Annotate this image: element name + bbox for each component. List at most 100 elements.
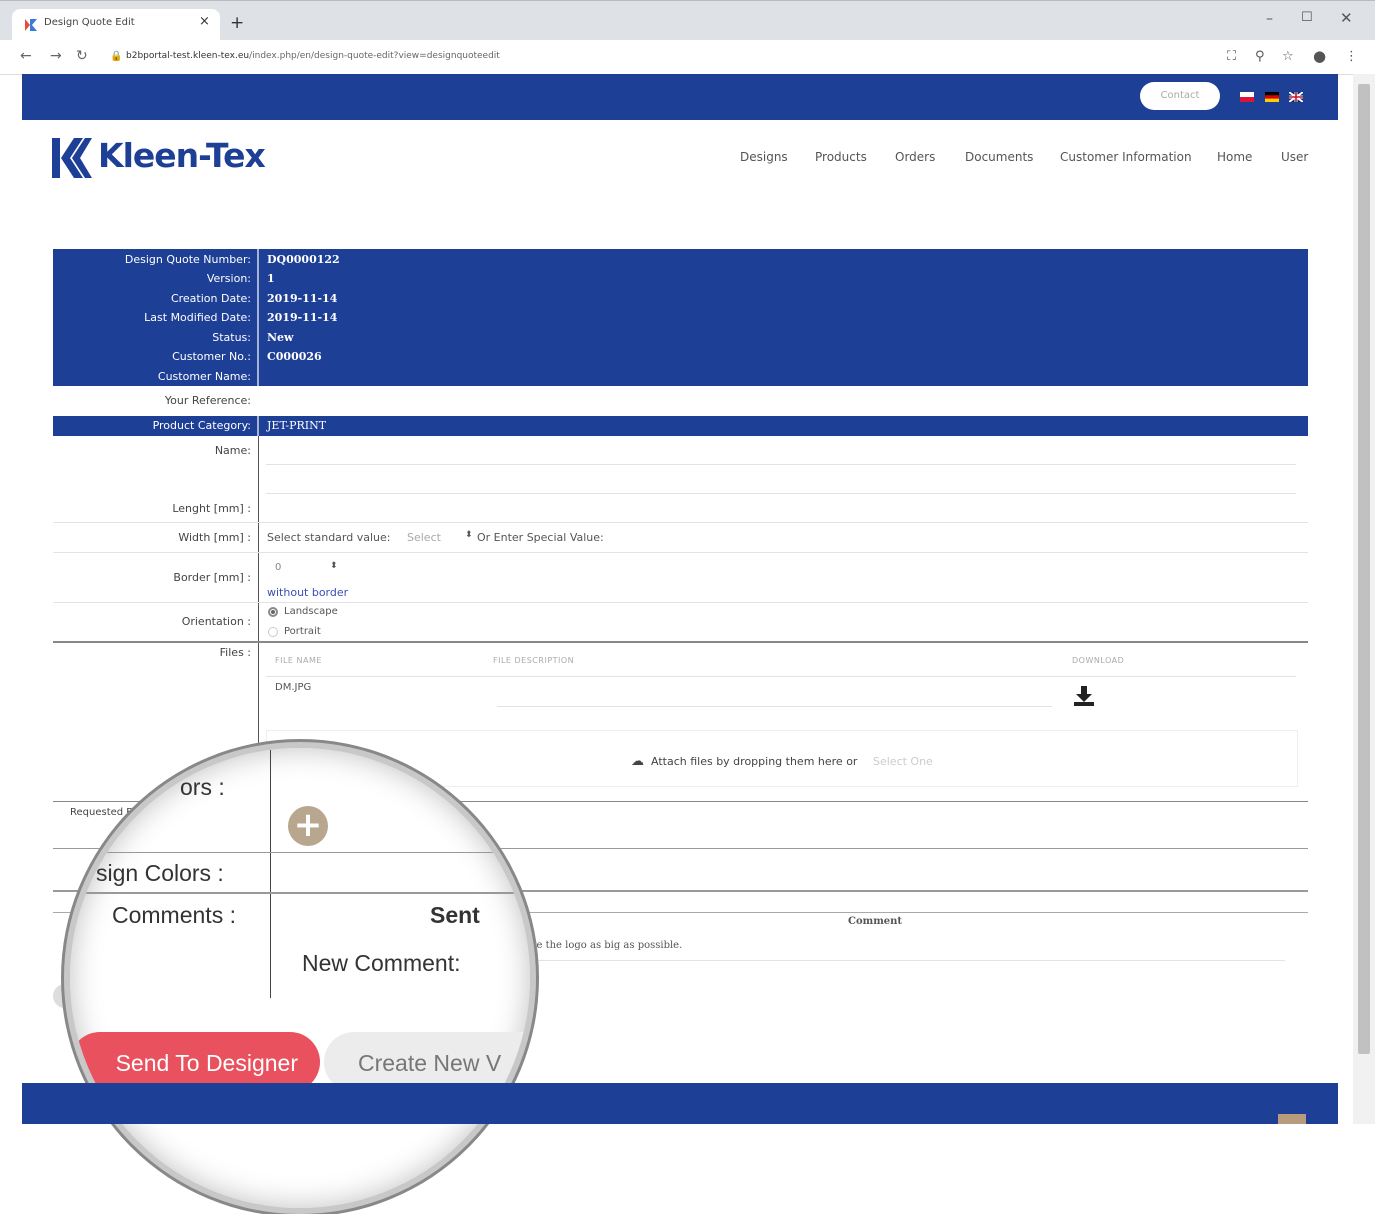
mag-row-divider <box>70 892 530 894</box>
width-special-input[interactable] <box>614 527 914 547</box>
length-input[interactable] <box>266 498 1296 520</box>
download-header: DOWNLOAD <box>1072 656 1125 665</box>
magnifier-lens: ors : + sign Colors : Comments : Sent Ne… <box>64 742 536 1214</box>
logo-text[interactable]: Kleen-Tex <box>98 136 266 175</box>
tab-close-icon[interactable]: × <box>199 14 210 29</box>
kleentex-logo-icon[interactable] <box>52 136 92 180</box>
kleentex-favicon-icon <box>25 19 37 31</box>
select-arrows-icon: ⬍ <box>330 561 338 571</box>
product-category-value: JET-PRINT <box>267 419 327 432</box>
window-close-icon[interactable]: ✕ <box>1340 9 1353 27</box>
row-divider <box>266 464 1296 465</box>
new-tab-button[interactable]: + <box>230 13 244 33</box>
menu-icon[interactable]: ⋮ <box>1345 49 1358 64</box>
nav-designs[interactable]: Designs <box>740 150 788 164</box>
attach-text: Attach files by dropping them here or <box>651 755 858 768</box>
flag-uk-icon[interactable] <box>1289 92 1303 102</box>
file-name-value: DM.JPG <box>275 682 312 693</box>
nav-user[interactable]: User <box>1281 150 1308 164</box>
last-modified-label: Last Modified Date: <box>144 311 251 324</box>
last-modified-value: 2019-11-14 <box>267 311 338 324</box>
address-bar: ← → ↻ 🔒 b2bportal-test.kleen-tex.eu/inde… <box>0 40 1375 75</box>
contact-button[interactable]: Contact <box>1140 82 1220 110</box>
border-label: Border [mm] : <box>173 571 251 584</box>
name-label: Name: <box>214 444 251 457</box>
reload-icon[interactable]: ↻ <box>76 48 88 64</box>
column-divider <box>257 416 259 436</box>
width-special-label: Or Enter Special Value: <box>477 531 604 544</box>
nav-documents[interactable]: Documents <box>965 150 1033 164</box>
row-divider <box>53 522 1308 523</box>
file-description-input <box>497 706 1052 707</box>
row-divider <box>53 602 1308 603</box>
flag-pl-icon[interactable] <box>1240 92 1254 102</box>
portrait-label: Portrait <box>284 626 321 637</box>
name-input[interactable] <box>266 440 1296 464</box>
add-color-icon[interactable]: + <box>288 806 328 846</box>
mag-comments-label: Comments : <box>112 902 236 928</box>
version-label: Version: <box>206 272 251 285</box>
without-border-link[interactable]: without border <box>267 586 348 599</box>
mag-colors-label: ors : <box>180 774 225 800</box>
row-divider <box>53 552 1308 553</box>
product-category-label: Product Category: <box>152 419 251 432</box>
zoom-icon[interactable]: ⚲ <box>1255 49 1265 64</box>
browser-tab[interactable]: Design Quote Edit × <box>12 9 220 41</box>
url-field[interactable]: 🔒 b2bportal-test.kleen-tex.eu/index.php/… <box>100 45 1210 69</box>
footer-badge[interactable] <box>1278 1114 1306 1124</box>
url-text: b2bportal-test.kleen-tex.eu/index.php/en… <box>126 51 500 61</box>
mag-row-divider <box>70 852 530 853</box>
mag-new-comment-label: New Comment: <box>302 950 461 976</box>
page-scrollbar[interactable] <box>1353 74 1375 1124</box>
nav-home[interactable]: Home <box>1217 150 1252 164</box>
row-divider <box>266 676 1296 677</box>
customer-no-value: C000026 <box>267 350 322 363</box>
tab-title: Design Quote Edit <box>44 17 135 28</box>
portrait-radio[interactable] <box>268 627 278 637</box>
customer-no-label: Customer No.: <box>172 350 251 363</box>
account-icon[interactable]: ● <box>1313 47 1326 65</box>
width-label: Width [mm] : <box>178 531 251 544</box>
creation-date-value: 2019-11-14 <box>267 292 338 305</box>
star-icon[interactable]: ☆ <box>1282 49 1294 64</box>
quote-number-label: Design Quote Number: <box>124 253 251 266</box>
comment-header: Comment <box>848 916 903 927</box>
width-select-label: Select standard value: <box>267 531 391 544</box>
mag-design-colors-label: sign Colors : <box>96 860 224 886</box>
your-reference-input[interactable] <box>266 390 1296 412</box>
version-value: 1 <box>267 272 275 285</box>
landscape-label: Landscape <box>284 606 338 617</box>
status-value: New <box>267 331 294 344</box>
row-divider <box>510 960 1285 961</box>
mag-column-divider <box>270 748 271 998</box>
landscape-radio[interactable] <box>268 607 278 617</box>
flag-de-icon[interactable] <box>1265 92 1279 102</box>
upload-cloud-icon: ☁ <box>631 754 644 769</box>
width-select[interactable]: Select <box>407 531 441 544</box>
footer-bar <box>22 1083 1338 1124</box>
column-divider <box>257 249 259 386</box>
length-label: Lenght [mm] : <box>172 502 251 515</box>
top-bar: Contact <box>22 74 1338 120</box>
status-label: Status: <box>212 331 251 344</box>
select-arrows-icon: ⬍ <box>465 530 473 540</box>
customer-name-label: Customer Name: <box>157 370 251 383</box>
row-divider <box>266 493 1296 494</box>
translate-icon[interactable]: ⛶ <box>1227 49 1236 64</box>
your-reference-label: Your Reference: <box>164 394 251 407</box>
window-maximize-icon[interactable]: ☐ <box>1301 10 1313 25</box>
scroll-thumb[interactable] <box>1358 84 1370 1054</box>
back-icon[interactable]: ← <box>20 48 32 64</box>
window-minimize-icon[interactable]: – <box>1266 11 1273 27</box>
lock-icon: 🔒 <box>110 51 123 62</box>
file-name-header: FILE NAME <box>275 656 322 665</box>
border-select[interactable]: 0 <box>275 562 281 573</box>
comment-text: make the logo as big as possible. <box>515 940 683 951</box>
nav-orders[interactable]: Orders <box>895 150 935 164</box>
nav-products[interactable]: Products <box>815 150 867 164</box>
forward-icon[interactable]: → <box>50 48 62 64</box>
nav-customer-information[interactable]: Customer Information <box>1060 150 1192 164</box>
download-icon[interactable] <box>1073 685 1095 707</box>
select-one-link[interactable]: Select One <box>873 755 933 768</box>
orientation-label: Orientation : <box>181 615 251 628</box>
